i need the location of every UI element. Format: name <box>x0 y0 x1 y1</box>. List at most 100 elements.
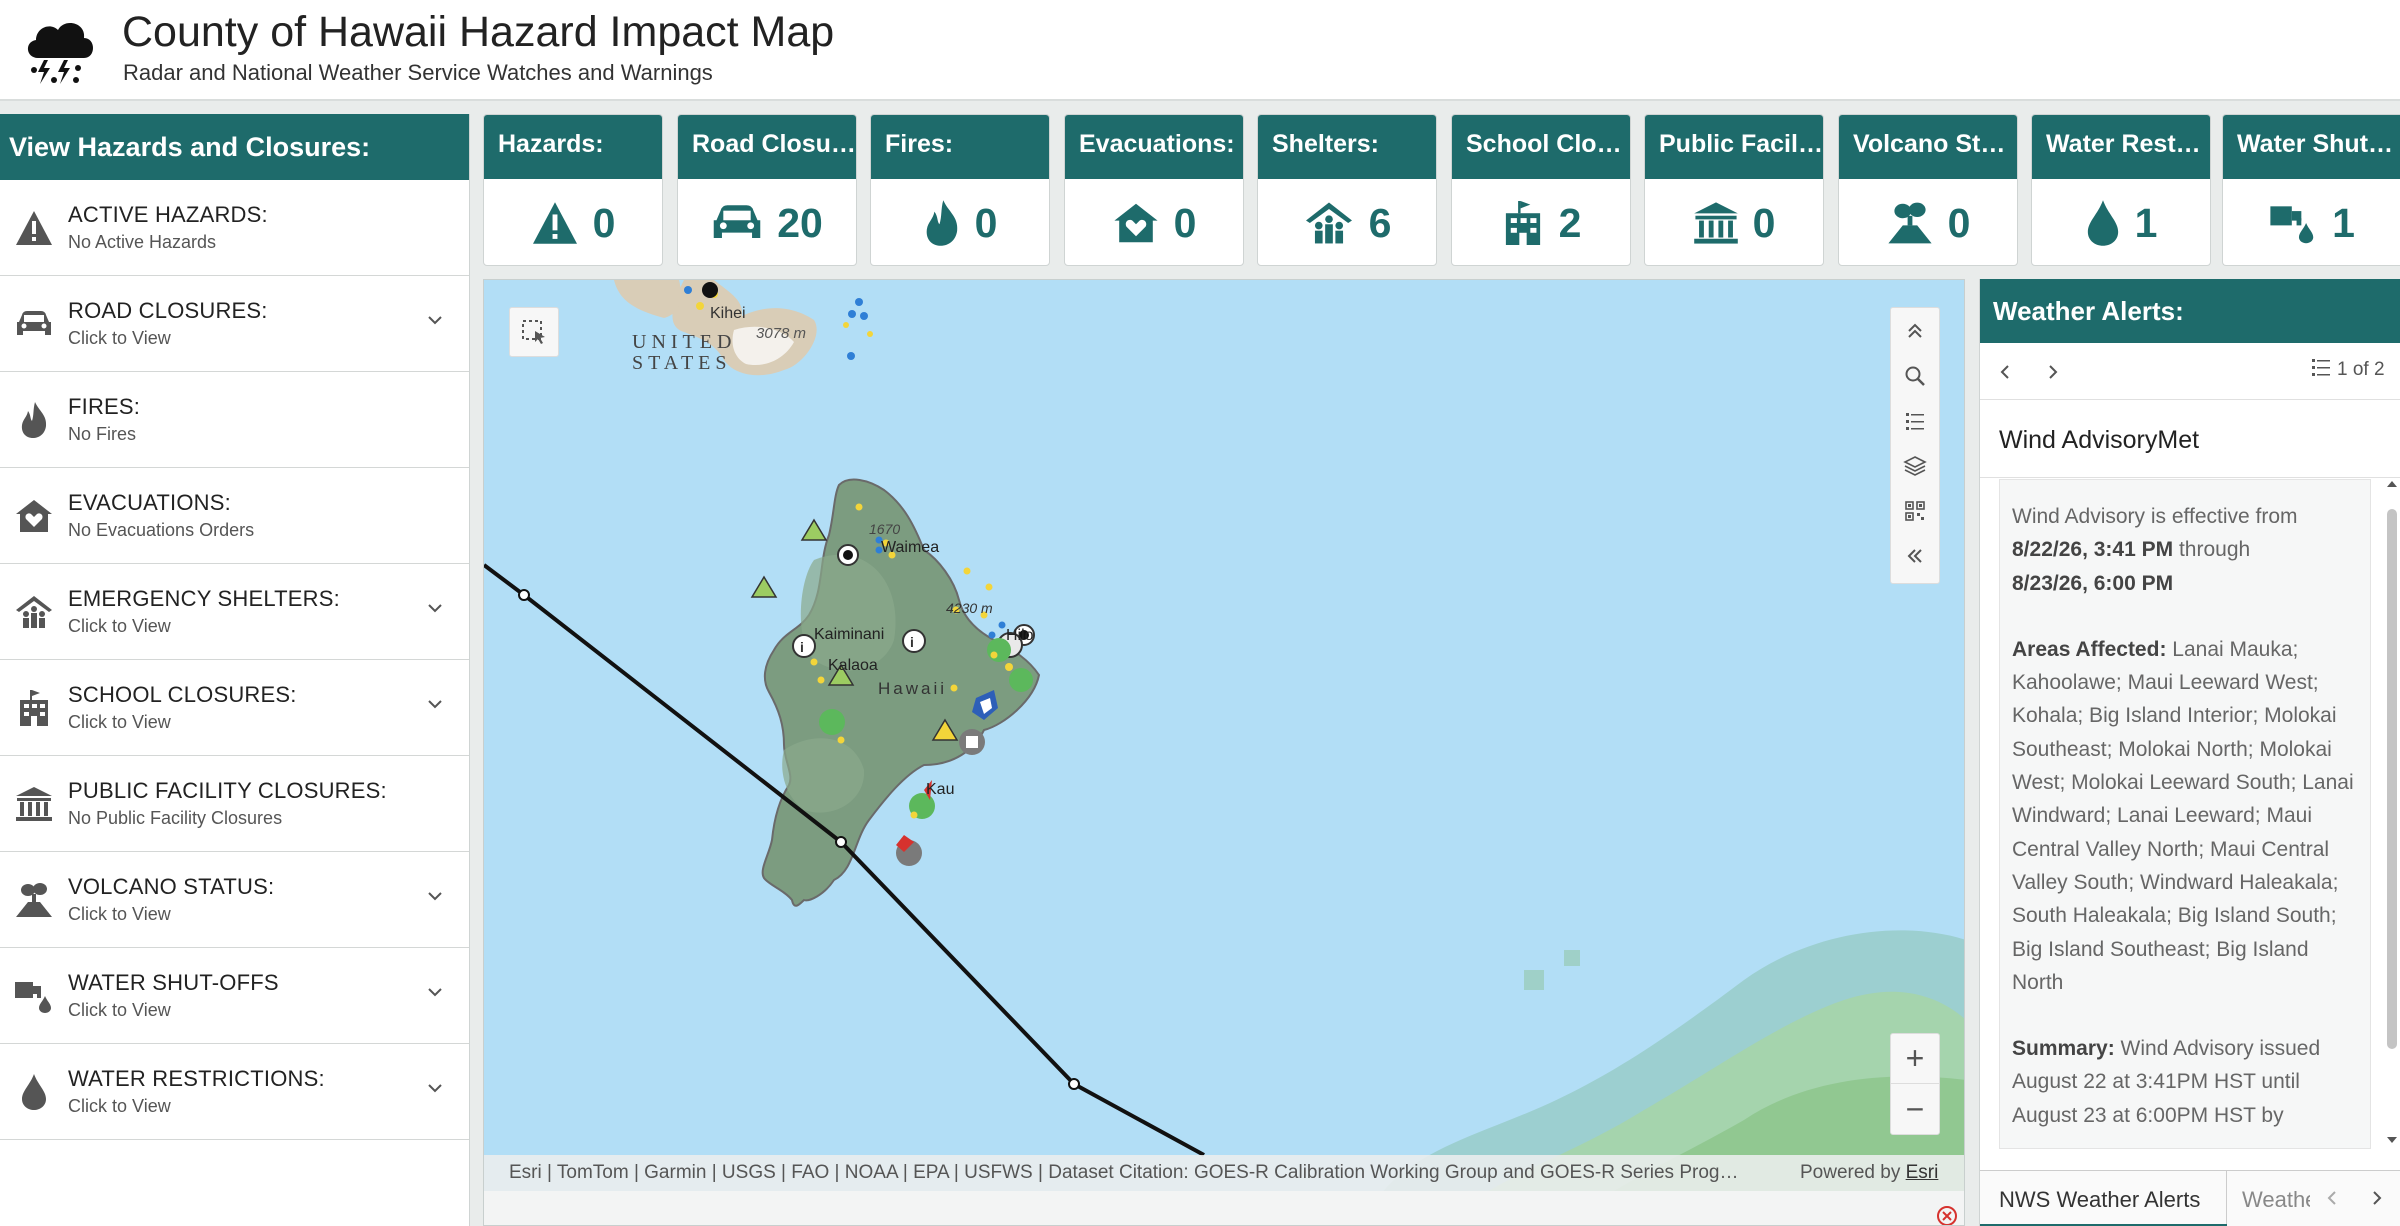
next-alert-button[interactable] <box>2046 357 2060 388</box>
card-label: Road Closures: <box>678 115 856 179</box>
card-value: 1 <box>2332 199 2355 246</box>
qr-code-icon <box>1905 500 1925 521</box>
collapse-up-button[interactable] <box>1890 308 1940 353</box>
list-icon <box>1906 412 1924 430</box>
card-value: 0 <box>1947 199 1971 246</box>
sidebar-item-road-closures[interactable]: ROAD CLOSURES: Click to View <box>0 276 469 372</box>
feature-list-button[interactable] <box>2310 356 2332 383</box>
shelter-icon <box>0 594 68 630</box>
search-icon <box>1905 366 1925 386</box>
alert-end: 8/23/26, 6:00 PM <box>2012 571 2174 595</box>
chevrons-up-icon <box>1908 323 1922 338</box>
sidebar-item-label: EVACUATIONS: <box>68 490 231 515</box>
scroll-thumb[interactable] <box>2387 509 2397 1049</box>
zoom-in-button[interactable]: + <box>1891 1034 1939 1084</box>
sidebar-item-active-hazards[interactable]: ACTIVE HAZARDS: No Active Hazards <box>0 180 469 276</box>
card-hazards[interactable]: Hazards: 0 <box>483 114 663 266</box>
sidebar-item-status: Click to View <box>68 328 171 348</box>
card-label: Water Shut-offs: <box>2223 115 2400 179</box>
legend-button[interactable] <box>1890 398 1940 443</box>
storm-cloud-icon <box>27 23 93 84</box>
close-icon[interactable] <box>1935 1204 1959 1226</box>
card-value: 0 <box>592 199 616 246</box>
tabs-scroll-right-button[interactable] <box>2370 1183 2384 1214</box>
tabs-scroll-left-button[interactable] <box>2325 1183 2339 1214</box>
alert-effective: Wind Advisory is effective from 8/22/26,… <box>2012 500 2360 600</box>
facility-icon <box>1693 202 1738 244</box>
chevron-down-icon[interactable] <box>427 602 443 614</box>
sidebar-item-emergency-shelters[interactable]: EMERGENCY SHELTERS: Click to View <box>0 564 469 660</box>
tab-weather[interactable]: Weather <box>2242 1187 2310 1213</box>
sidebar-item-water-restrictions[interactable]: WATER RESTRICTIONS: Click to View <box>0 1044 469 1140</box>
card-shelters[interactable]: Shelters: 6 <box>1257 114 1437 266</box>
card-road-closures[interactable]: Road Closures: 20 <box>677 114 857 266</box>
card-water-restrictions[interactable]: Water Restrictions: 1 <box>2031 114 2211 266</box>
alerts-title: Weather Alerts: <box>1980 279 2400 343</box>
hazard-map[interactable]: 3078 m Kihei UNITED STATES i i Waimea 16… <box>483 279 1965 1226</box>
school-icon <box>0 689 68 727</box>
map-label-town: Kihei <box>710 305 746 322</box>
chevron-down-icon[interactable] <box>427 986 443 998</box>
card-school-closures[interactable]: School Closures: 2 <box>1451 114 1631 266</box>
alert-scrollbar[interactable] <box>2385 479 2397 1149</box>
layers-icon <box>1903 455 1927 476</box>
sidebar-item-school-closures[interactable]: SCHOOL CLOSURES: Click to View <box>0 660 469 756</box>
house-heart-icon <box>1113 203 1158 243</box>
card-volcano-status[interactable]: Volcano Status: 0 <box>1838 114 2018 266</box>
attribution-text: Esri | TomTom | Garmin | USGS | FAO | NO… <box>509 1162 1739 1183</box>
sidebar-item-label: WATER RESTRICTIONS: <box>68 1066 325 1091</box>
sidebar-item-label: WATER SHUT-OFFS <box>68 970 279 995</box>
summary-label: Summary: <box>2012 1037 2115 1061</box>
chevron-down-icon[interactable] <box>427 1082 443 1094</box>
previous-alert-button[interactable] <box>1998 357 2012 388</box>
map-label-country: UNITED <box>632 331 736 353</box>
volcano-icon <box>0 882 68 918</box>
card-fires[interactable]: Fires: 0 <box>870 114 1050 266</box>
list-icon <box>2312 359 2330 376</box>
tab-nws-weather-alerts[interactable]: NWS Weather Alerts <box>1980 1171 2227 1226</box>
sidebar-item-status: Click to View <box>68 1000 171 1020</box>
water-shutoff-icon <box>2270 206 2314 244</box>
card-water-shutoffs[interactable]: Water Shut-offs: 1 <box>2222 114 2400 266</box>
esri-link[interactable]: Esri <box>1906 1162 1939 1183</box>
sidebar-item-volcano-status[interactable]: VOLCANO STATUS: Click to View <box>0 852 469 948</box>
warning-icon <box>532 202 577 244</box>
chevron-left-icon <box>2000 365 2009 379</box>
powered-by-label: Powered by <box>1800 1162 1901 1183</box>
areas-label: Areas Affected: <box>2012 637 2167 661</box>
chevron-left-icon <box>2327 1191 2336 1205</box>
layers-button[interactable] <box>1890 443 1940 488</box>
qr-code-button[interactable] <box>1890 488 1940 533</box>
powered-by: Powered by Esri <box>1800 1162 1938 1184</box>
sidebar-item-status: No Evacuations Orders <box>68 520 255 540</box>
map-label-town: Waimea <box>881 539 939 556</box>
scroll-up-icon <box>2387 481 2397 487</box>
fire-icon <box>926 200 957 246</box>
sidebar-item-fires[interactable]: FIRES: No Fires <box>0 372 469 468</box>
chevron-down-icon[interactable] <box>427 314 443 326</box>
select-tool-button[interactable] <box>509 307 559 357</box>
house-heart-icon <box>0 498 68 534</box>
map-label-town: Hilo <box>1006 627 1034 644</box>
sidebar-item-status: No Fires <box>68 424 137 444</box>
sidebar-item-label: SCHOOL CLOSURES: <box>68 682 297 707</box>
chevron-right-icon <box>2373 1191 2382 1205</box>
zoom-out-button[interactable]: − <box>1891 1084 1939 1134</box>
card-value: 2 <box>1558 199 1582 246</box>
collapse-left-button[interactable] <box>1890 533 1940 578</box>
warning-icon <box>0 210 68 246</box>
sidebar-item-water-shutoffs[interactable]: WATER SHUT-OFFS Click to View <box>0 948 469 1044</box>
sidebar-item-evacuations[interactable]: EVACUATIONS: No Evacuations Orders <box>0 468 469 564</box>
map-canvas[interactable]: 3078 m Kihei UNITED STATES i i Waimea 16… <box>484 280 1965 1226</box>
card-label: School Closures: <box>1452 115 1630 179</box>
sidebar-item-status: No Public Facility Closures <box>68 808 283 828</box>
chevron-down-icon[interactable] <box>427 890 443 902</box>
chevron-down-icon[interactable] <box>427 698 443 710</box>
sidebar-item-public-facility-closures[interactable]: PUBLIC FACILITY CLOSURES: No Public Faci… <box>0 756 469 852</box>
card-value: 0 <box>1752 199 1776 246</box>
card-public-facility-closures[interactable]: Public Facility Closures: 0 <box>1644 114 1824 266</box>
water-drop-icon <box>2087 200 2118 246</box>
search-button[interactable] <box>1890 353 1940 398</box>
alert-details: Wind Advisory is effective from 8/22/26,… <box>1999 479 2371 1149</box>
card-evacuations[interactable]: Evacuations: 0 <box>1064 114 1244 266</box>
